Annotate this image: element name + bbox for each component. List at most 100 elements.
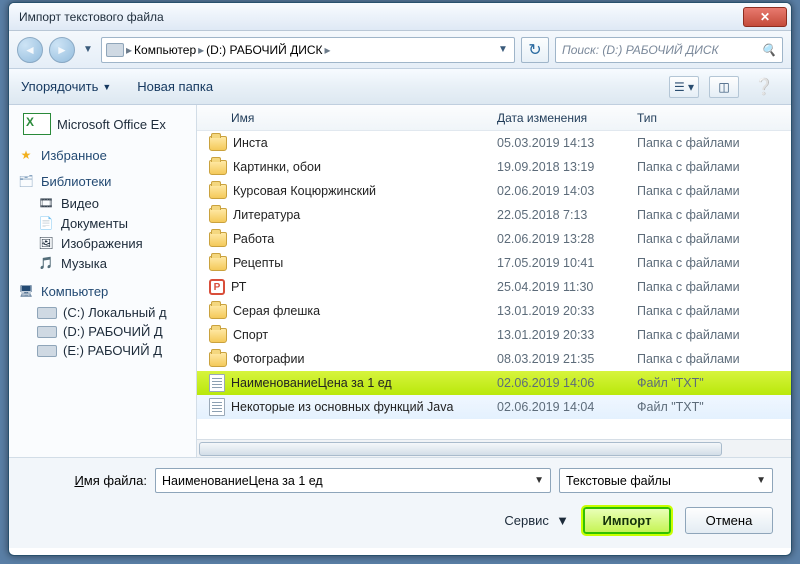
file-type: Файл "TXT" bbox=[637, 400, 791, 414]
file-open-dialog: Импорт текстового файла ✕ ◄ ► ▼ ▸ Компью… bbox=[8, 2, 792, 556]
file-date: 13.01.2019 20:33 bbox=[497, 328, 637, 342]
drive-icon bbox=[37, 326, 57, 338]
tools-menu[interactable]: Сервис ▼ bbox=[504, 513, 569, 528]
file-type: Файл "TXT" bbox=[637, 376, 791, 390]
filename-label: Имя файла: bbox=[27, 473, 147, 488]
window-title: Импорт текстового файла bbox=[19, 10, 164, 24]
file-type: Папка с файлами bbox=[637, 160, 791, 174]
file-type: Папка с файлами bbox=[637, 256, 791, 270]
nav-back-button[interactable]: ◄ bbox=[17, 37, 43, 63]
sidebar-libs-header[interactable]: 🗂 Библиотеки bbox=[17, 173, 196, 189]
file-name: Работа bbox=[233, 232, 274, 246]
app-icon: P bbox=[209, 279, 225, 295]
import-button[interactable]: Импорт bbox=[583, 507, 671, 534]
text-file-icon bbox=[209, 398, 225, 416]
file-date: 05.03.2019 14:13 bbox=[497, 136, 637, 150]
crumb-drive[interactable]: (D:) РАБОЧИЙ ДИСК bbox=[206, 43, 322, 57]
document-icon: 📄 bbox=[37, 215, 55, 231]
computer-icon: 🖥 bbox=[17, 283, 35, 299]
nav-history-dropdown[interactable]: ▼ bbox=[81, 44, 95, 55]
file-name: Картинки, обои bbox=[233, 160, 321, 174]
folder-icon bbox=[209, 304, 227, 319]
col-date-header[interactable]: Дата изменения bbox=[497, 105, 637, 130]
organize-button[interactable]: Упорядочить▼ bbox=[21, 79, 111, 94]
column-headers: Имя Дата изменения Тип bbox=[197, 105, 791, 131]
excel-icon bbox=[23, 113, 51, 135]
file-type: Папка с файлами bbox=[637, 280, 791, 294]
chevron-down-icon: ▼ bbox=[756, 475, 766, 486]
drive-icon bbox=[106, 43, 124, 57]
chevron-down-icon: ▼ bbox=[534, 475, 544, 486]
file-type: Папка с файлами bbox=[637, 184, 791, 198]
music-icon: 🎵 bbox=[37, 255, 55, 271]
breadcrumb-dropdown-icon[interactable]: ▼ bbox=[496, 44, 510, 55]
breadcrumb[interactable]: ▸ Компьютер ▸ (D:) РАБОЧИЙ ДИСК ▸ ▼ bbox=[101, 37, 515, 63]
file-row[interactable]: Картинки, обои 19.09.2018 13:19Папка с фа… bbox=[197, 155, 791, 179]
sidebar-drive-d[interactable]: (D:) РАБОЧИЙ Д bbox=[17, 322, 196, 341]
toolbar: Упорядочить▼ Новая папка ☰ ▾ ◫ ❔ bbox=[9, 69, 791, 105]
col-type-header[interactable]: Тип bbox=[637, 105, 791, 130]
file-date: 13.01.2019 20:33 bbox=[497, 304, 637, 318]
filename-input[interactable]: НаименованиеЦена за 1 ед▼ bbox=[155, 468, 551, 493]
file-date: 19.09.2018 13:19 bbox=[497, 160, 637, 174]
file-row[interactable]: Литература22.05.2018 7:13Папка с файлами bbox=[197, 203, 791, 227]
star-icon: ★ bbox=[17, 147, 35, 163]
folder-icon bbox=[209, 136, 227, 151]
folder-icon bbox=[209, 160, 227, 175]
sidebar-favorites[interactable]: ★ Избранное bbox=[17, 147, 196, 163]
file-date: 02.06.2019 13:28 bbox=[497, 232, 637, 246]
nav-forward-button[interactable]: ► bbox=[49, 37, 75, 63]
close-button[interactable]: ✕ bbox=[743, 7, 787, 27]
file-row[interactable]: Инста05.03.2019 14:13Папка с файлами bbox=[197, 131, 791, 155]
file-row[interactable]: Курсовая Коцюржинский02.06.2019 14:03Пап… bbox=[197, 179, 791, 203]
text-file-icon bbox=[209, 374, 225, 392]
file-name: Спорт bbox=[233, 328, 268, 342]
file-name: Инста bbox=[233, 136, 268, 150]
sidebar-lib-docs[interactable]: 📄Документы bbox=[17, 213, 196, 233]
h-scrollbar[interactable] bbox=[197, 439, 791, 457]
sidebar-office[interactable]: Microsoft Office Ex bbox=[17, 111, 196, 137]
file-name: Рецепты bbox=[233, 256, 283, 270]
sidebar-computer-header[interactable]: 🖥 Компьютер bbox=[17, 283, 196, 299]
file-name: Фотографии bbox=[233, 352, 304, 366]
file-row[interactable]: Некоторые из основных функций Java02.06.… bbox=[197, 395, 791, 419]
new-folder-button[interactable]: Новая папка bbox=[137, 79, 213, 94]
folder-icon bbox=[209, 256, 227, 271]
folder-icon bbox=[209, 208, 227, 223]
refresh-button[interactable]: ↻ bbox=[521, 37, 549, 63]
file-row[interactable]: Спорт13.01.2019 20:33Папка с файлами bbox=[197, 323, 791, 347]
file-name: Некоторые из основных функций Java bbox=[231, 400, 453, 414]
sidebar: Microsoft Office Ex ★ Избранное 🗂 Библио… bbox=[9, 105, 197, 457]
drive-icon bbox=[37, 307, 57, 319]
sidebar-drive-c[interactable]: (C:) Локальный д bbox=[17, 303, 196, 322]
file-name: Курсовая Коцюржинский bbox=[233, 184, 376, 198]
col-name-header[interactable]: Имя bbox=[197, 105, 497, 130]
file-row[interactable]: Рецепты 17.05.2019 10:41Папка с файлами bbox=[197, 251, 791, 275]
preview-pane-button[interactable]: ◫ bbox=[709, 76, 739, 98]
folder-icon bbox=[209, 328, 227, 343]
file-type: Папка с файлами bbox=[637, 304, 791, 318]
file-type: Папка с файлами bbox=[637, 232, 791, 246]
view-mode-button[interactable]: ☰ ▾ bbox=[669, 76, 699, 98]
crumb-computer[interactable]: Компьютер bbox=[134, 43, 196, 57]
file-type: Папка с файлами bbox=[637, 352, 791, 366]
drive-icon bbox=[37, 345, 57, 357]
titlebar: Импорт текстового файла ✕ bbox=[9, 3, 791, 31]
file-row[interactable]: PРТ25.04.2019 11:30Папка с файлами bbox=[197, 275, 791, 299]
sidebar-drive-e[interactable]: (E:) РАБОЧИЙ Д bbox=[17, 341, 196, 360]
search-icon: 🔍 bbox=[761, 43, 776, 57]
file-row[interactable]: НаименованиеЦена за 1 ед02.06.2019 14:06… bbox=[197, 371, 791, 395]
image-icon: 🖼 bbox=[37, 235, 55, 251]
file-row[interactable]: Работа 02.06.2019 13:28Папка с файлами bbox=[197, 227, 791, 251]
cancel-button[interactable]: Отмена bbox=[685, 507, 773, 534]
sidebar-lib-music[interactable]: 🎵Музыка bbox=[17, 253, 196, 273]
sidebar-lib-images[interactable]: 🖼Изображения bbox=[17, 233, 196, 253]
help-button[interactable]: ❔ bbox=[749, 76, 779, 98]
file-filter-select[interactable]: Текстовые файлы▼ bbox=[559, 468, 773, 493]
search-input[interactable]: Поиск: (D:) РАБОЧИЙ ДИСК 🔍 bbox=[555, 37, 783, 63]
sidebar-lib-video[interactable]: 🎞Видео bbox=[17, 193, 196, 213]
file-name: РТ bbox=[231, 280, 246, 294]
file-row[interactable]: Фотографии08.03.2019 21:35Папка с файлам… bbox=[197, 347, 791, 371]
file-row[interactable]: Серая флешка13.01.2019 20:33Папка с файл… bbox=[197, 299, 791, 323]
file-date: 17.05.2019 10:41 bbox=[497, 256, 637, 270]
